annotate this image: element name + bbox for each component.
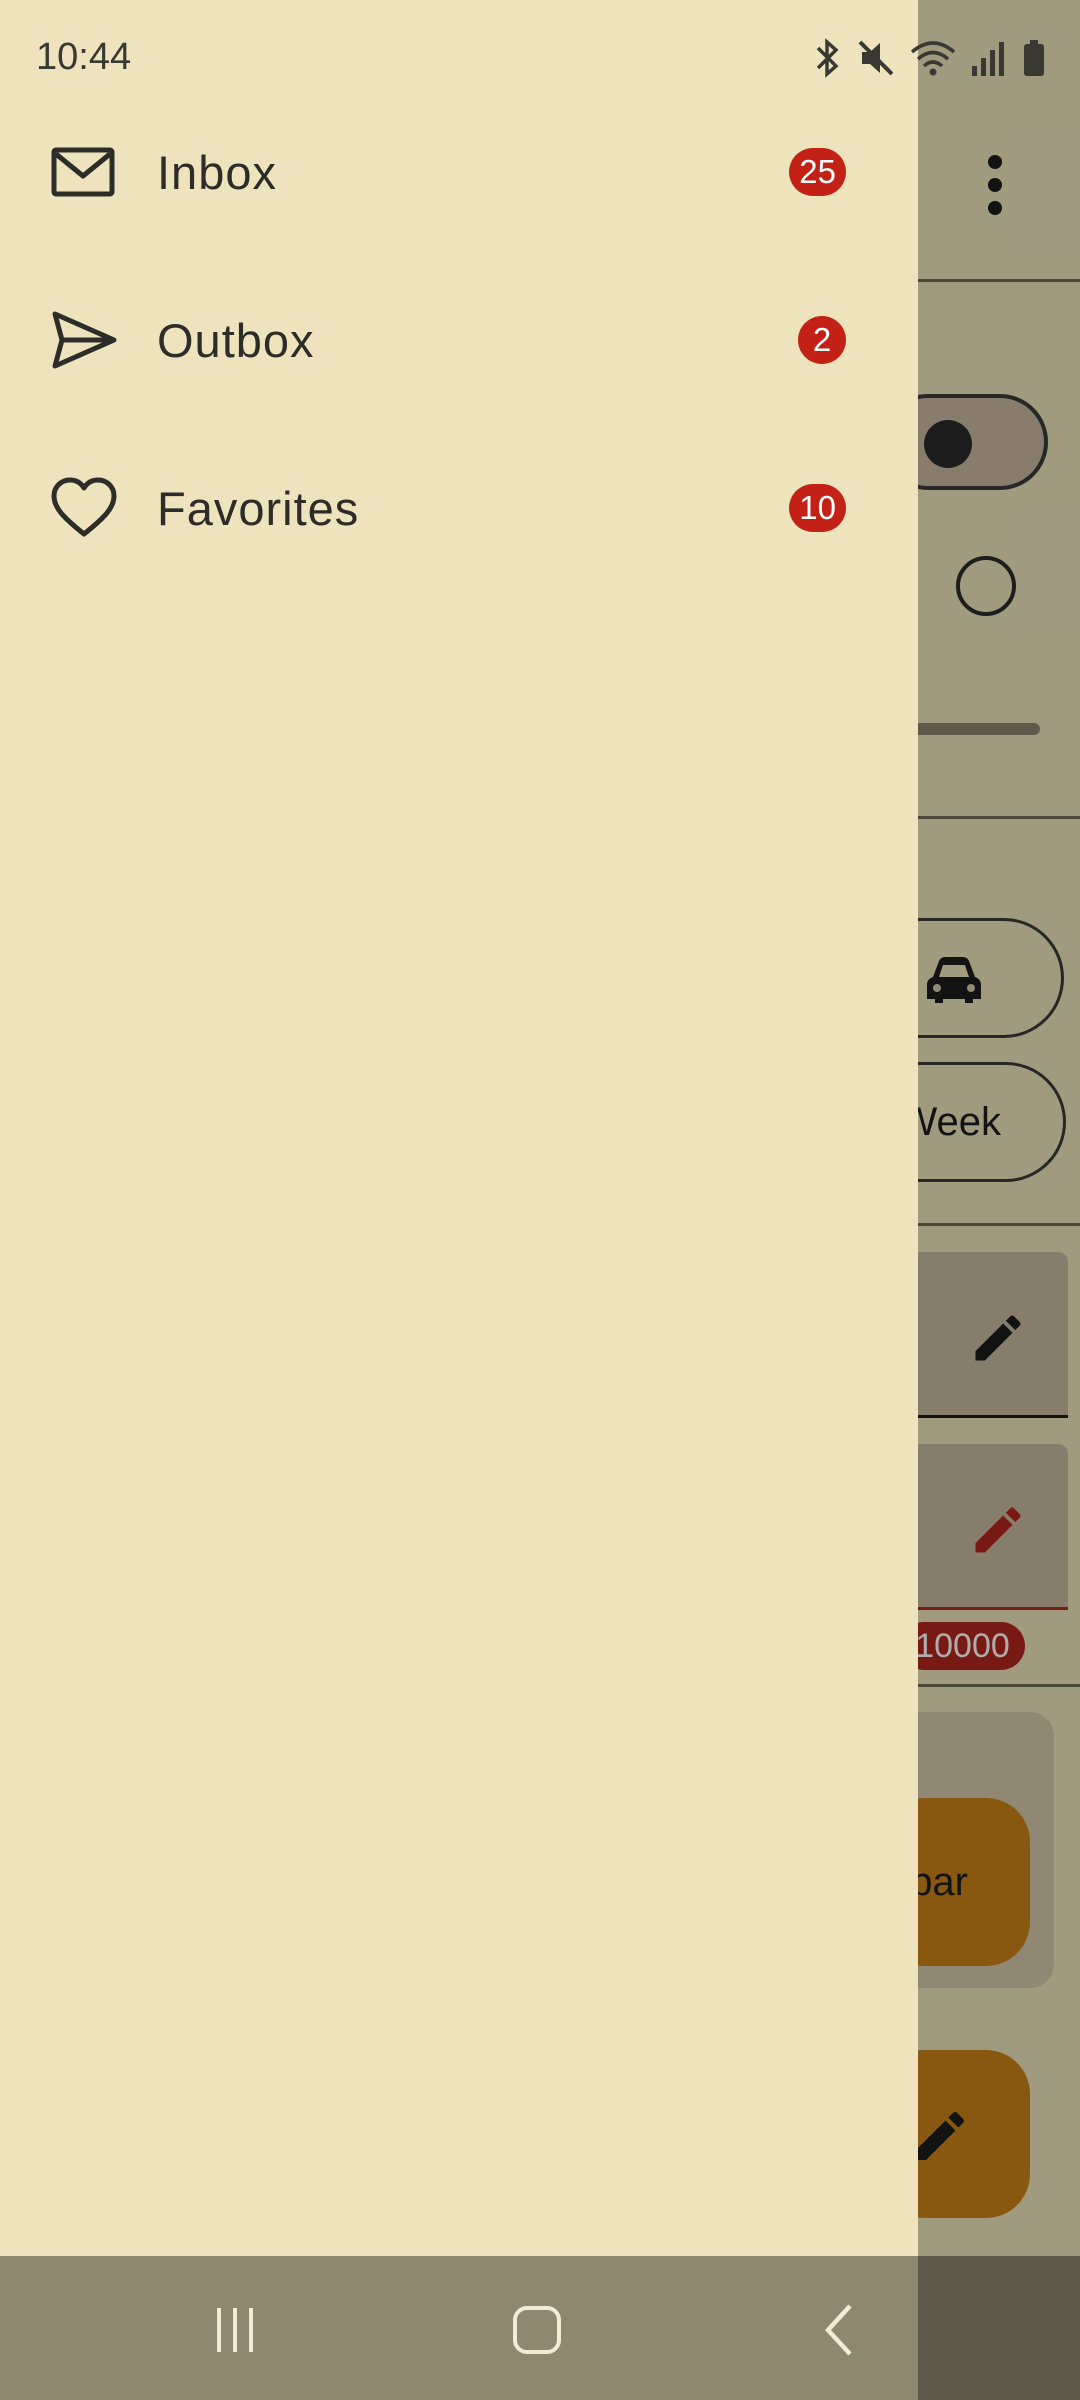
mute-icon: [858, 40, 894, 76]
status-icons: [812, 38, 1046, 78]
back-icon: [824, 2304, 852, 2356]
recents-button[interactable]: [195, 2290, 275, 2370]
status-bar: 10:44: [0, 0, 1080, 120]
battery-icon: [1024, 40, 1044, 76]
unread-badge: 10: [789, 484, 846, 532]
drawer-item-label: Inbox: [157, 145, 277, 199]
wifi-icon: [910, 41, 956, 76]
drawer-item-favorites[interactable]: Favorites 10: [0, 424, 918, 592]
home-icon: [513, 2306, 561, 2354]
heart-icon: [51, 477, 117, 537]
navigation-drawer: Inbox 25 Outbox 2 Favorites 10: [0, 0, 918, 2256]
signal-icon: [972, 42, 1004, 76]
mail-icon: [51, 147, 115, 197]
drawer-item-label: Outbox: [157, 313, 315, 367]
recents-icon: [217, 2308, 253, 2352]
drawer-item-outbox[interactable]: Outbox 2: [0, 256, 918, 424]
send-icon: [52, 311, 117, 369]
unread-badge: 2: [798, 316, 846, 364]
back-button[interactable]: [800, 2290, 880, 2370]
status-time: 10:44: [36, 36, 132, 78]
bluetooth-icon: [816, 38, 839, 78]
unread-badge: 25: [789, 148, 846, 196]
system-navigation-bar-scrim: [918, 2256, 1080, 2400]
drawer-item-label: Favorites: [157, 481, 360, 535]
home-button[interactable]: [497, 2290, 577, 2370]
